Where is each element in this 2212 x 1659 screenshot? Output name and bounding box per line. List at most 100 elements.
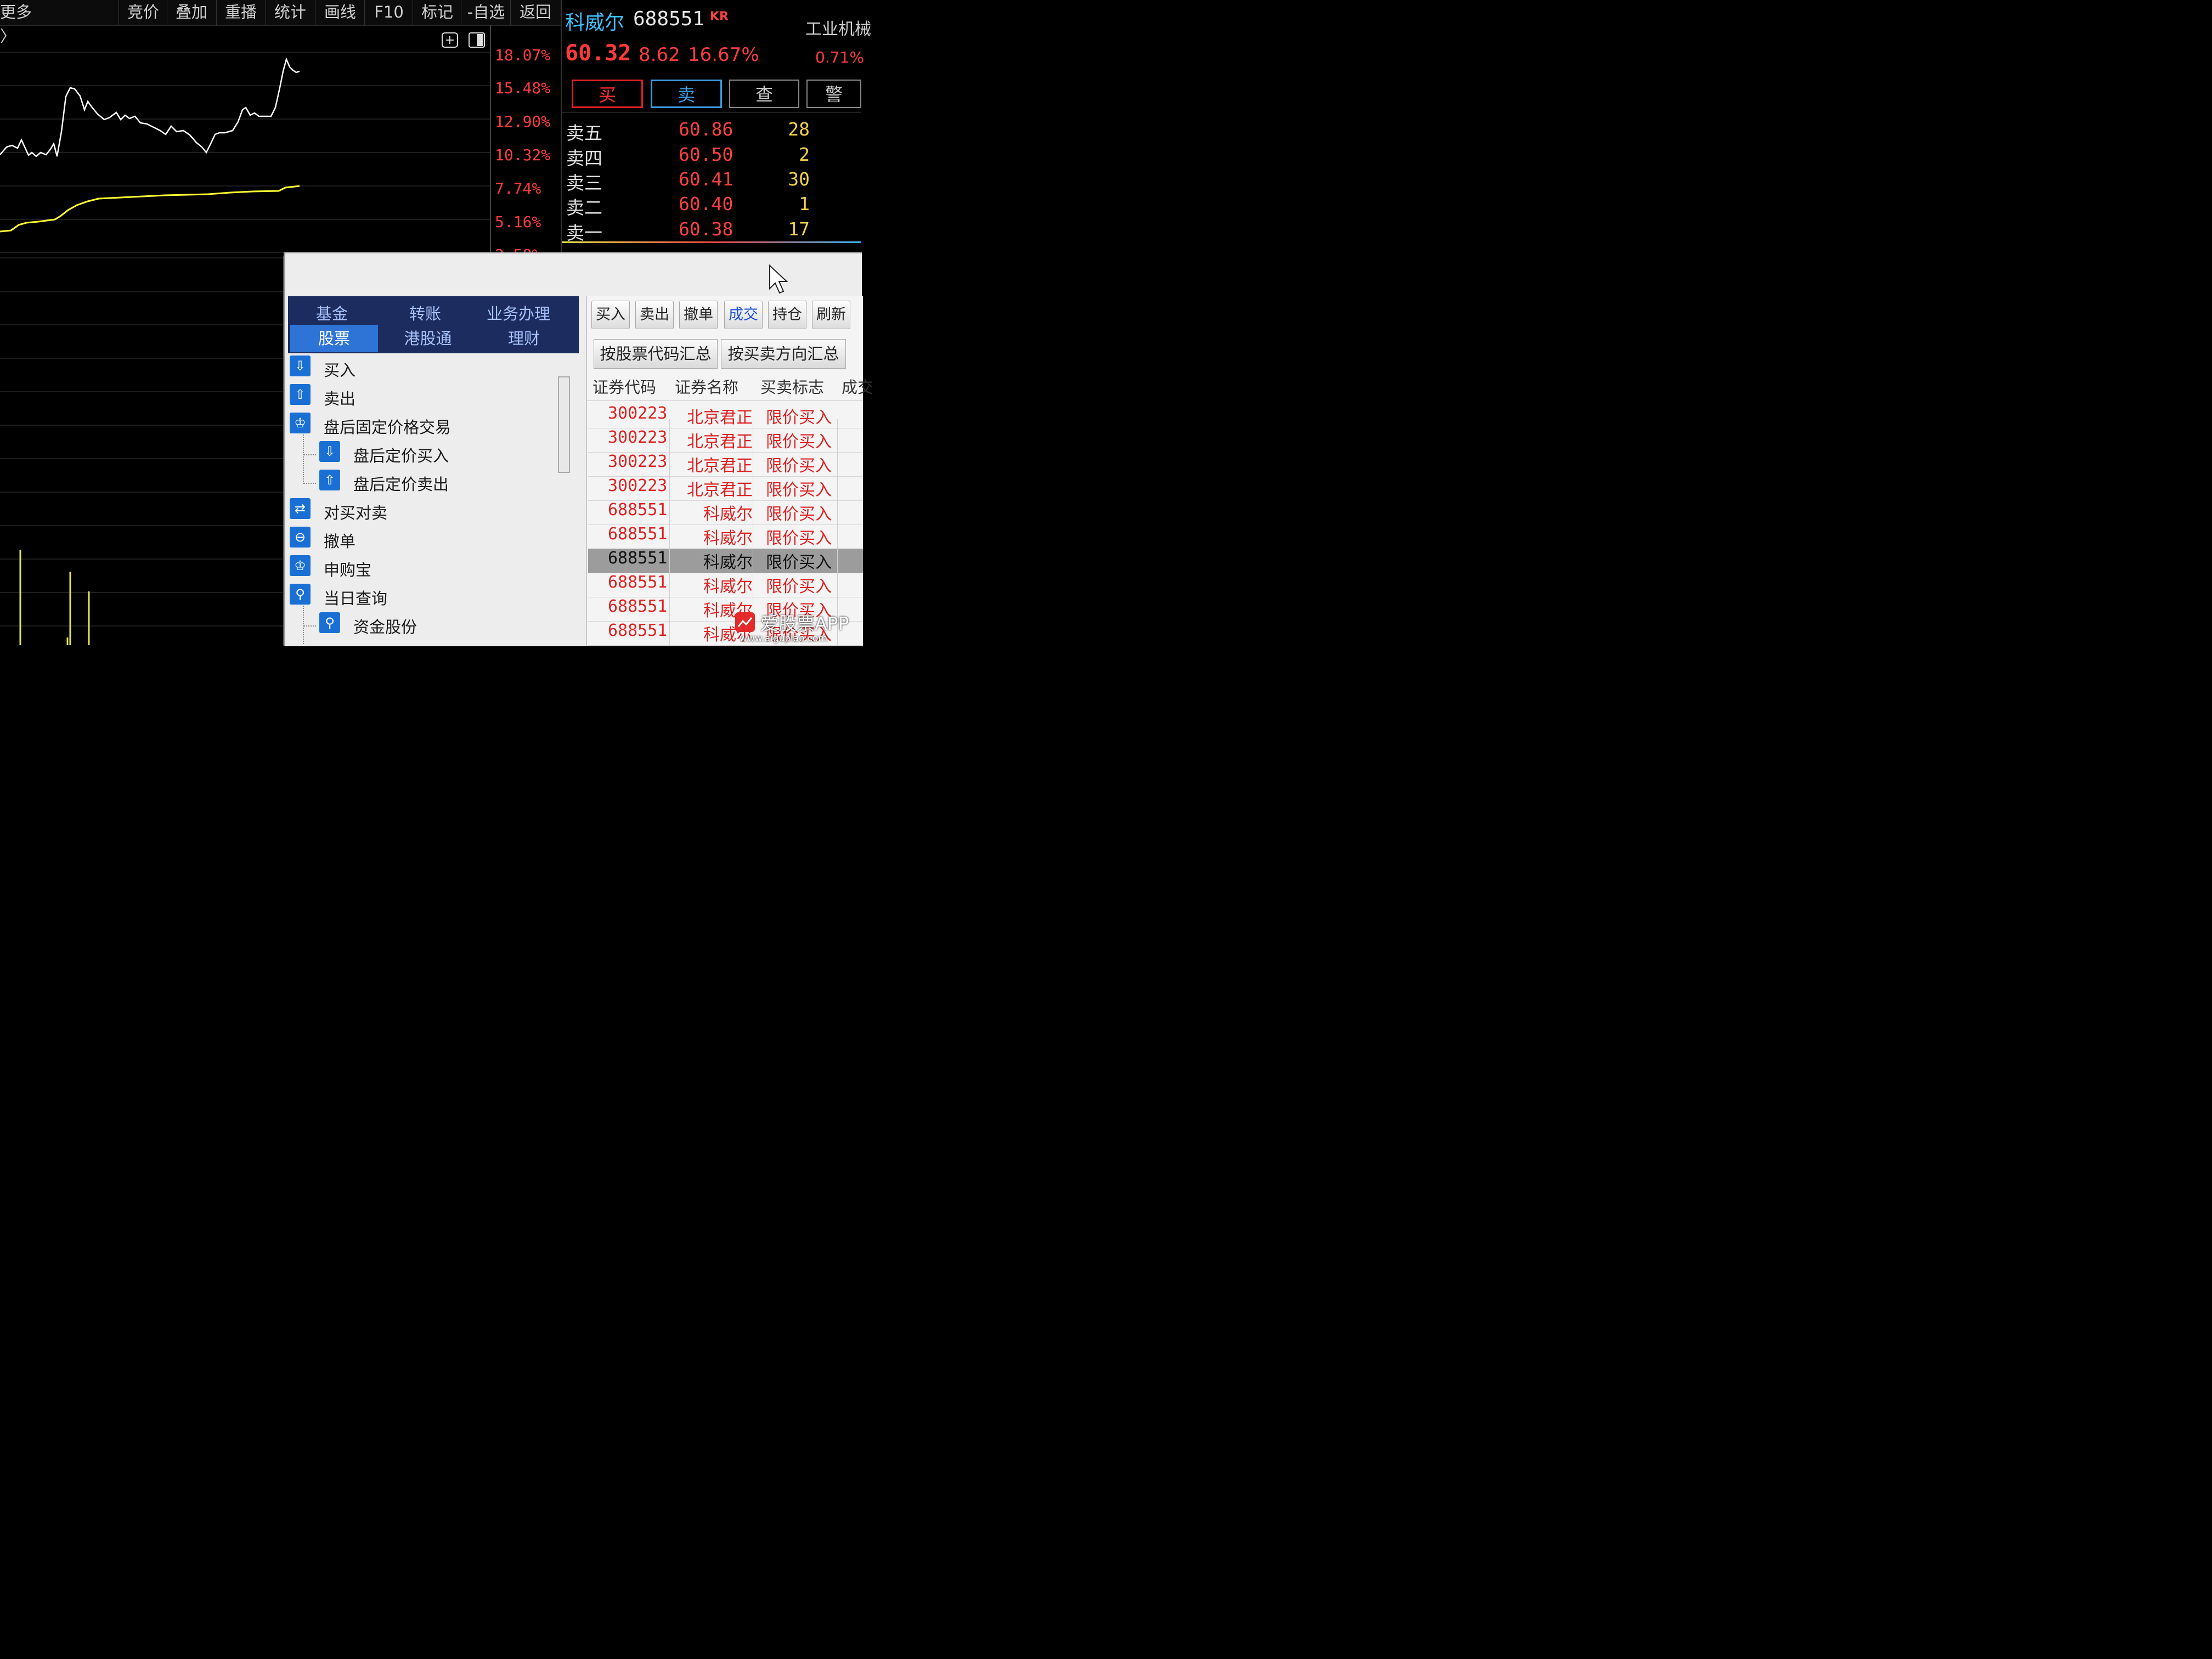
toolbar-item[interactable]: -自选	[461, 0, 511, 25]
menu-item[interactable]: ⇧ 盘后定价卖出	[319, 470, 543, 497]
menu-item-label: 对买对卖	[324, 504, 388, 522]
trade-row[interactable]: 300223 北京君正 限价买入	[588, 476, 863, 501]
toolbar-button[interactable]: 刷新	[812, 301, 850, 329]
order-price: 60.86	[679, 119, 733, 140]
toolbar-button[interactable]: 撤单	[679, 301, 718, 329]
trade-row[interactable]: 688551 科威尔 限价买入	[588, 500, 863, 525]
menu-item[interactable]: ⇧ 卖出	[290, 384, 543, 411]
nav-tab[interactable]: 港股通	[390, 325, 466, 352]
volume-canvas	[0, 256, 285, 645]
up-arrow-icon: ⇧	[290, 384, 311, 405]
nav-tab[interactable]: 转账	[390, 302, 461, 326]
order-level-label: 卖二	[566, 197, 602, 218]
menu-item[interactable]: ⇩ 盘后定价买入	[319, 441, 543, 469]
price-change: 8.62	[639, 44, 680, 66]
order-price: 60.38	[679, 218, 733, 240]
price-line	[0, 57, 300, 157]
alert-button[interactable]: 警	[806, 80, 861, 108]
toolbar-item[interactable]: F10	[364, 0, 413, 25]
volume-bars	[19, 550, 90, 645]
order-book-row: 卖四 60.50 2	[566, 144, 862, 169]
trade-direction: 限价买入	[766, 577, 832, 596]
nav-tab[interactable]: 基金	[299, 302, 365, 326]
toolbar-item[interactable]: 返回	[510, 0, 560, 25]
trade-direction: 限价买入	[766, 456, 832, 476]
menu-item-label: 当日查询	[324, 589, 388, 608]
toolbar-item[interactable]: 画线	[315, 0, 365, 25]
stock-badge: KR	[710, 10, 729, 24]
order-level-label: 卖三	[566, 172, 602, 194]
function-nav: 基金 转账 业务办理股票 港股通 理财	[288, 296, 579, 353]
order-price: 60.50	[679, 144, 733, 165]
menu-item-label: 盘后定价买入	[353, 447, 449, 465]
column-header[interactable]: 证券代码	[592, 375, 656, 398]
buy-button[interactable]: 买	[572, 80, 643, 108]
toolbar-item[interactable]: 更多 〉	[0, 0, 34, 46]
exchange-icon: ⇄	[290, 498, 311, 519]
price-change-pct: 16.67%	[688, 44, 759, 66]
toolbar-item[interactable]: 重播	[216, 0, 265, 25]
trade-direction: 限价买入	[766, 481, 832, 500]
nav-tab[interactable]: 股票	[290, 325, 378, 352]
panel-toggle-icon[interactable]	[469, 32, 485, 48]
toolbar-button[interactable]: 卖出	[635, 301, 674, 329]
industry-label: 工业机械	[805, 20, 871, 39]
nav-tab[interactable]: 理财	[486, 325, 562, 352]
order-price: 60.41	[679, 168, 733, 190]
svg-text:+: +	[445, 33, 455, 47]
volume-chart	[0, 256, 285, 645]
average-price-line	[0, 185, 300, 233]
order-level-label: 卖四	[566, 148, 602, 169]
trade-row[interactable]: 300223 北京君正 限价买入	[588, 404, 863, 428]
axis-percent-label: 7.74%	[495, 179, 541, 198]
order-volume: 30	[788, 168, 810, 190]
menu-item[interactable]: ♔ 盘后固定价格交易	[290, 413, 543, 440]
security-code: 300223	[608, 476, 668, 495]
trade-row[interactable]: 300223 北京君正 限价买入	[588, 428, 863, 453]
toolbar-item[interactable]: 统计	[266, 0, 314, 25]
axis-percent-label: 18.07%	[495, 46, 551, 64]
nav-tab[interactable]: 业务办理	[469, 302, 568, 326]
quote-panel: 科威尔 688551 KR 工业机械 60.32 8.62 16.67% 0.7…	[561, 0, 871, 256]
app-logo-icon	[735, 612, 755, 632]
trade-row[interactable]: 300223 北京君正 限价买入	[588, 452, 863, 477]
sell-button[interactable]: 卖	[651, 80, 722, 108]
menu-item[interactable]: ⇩ 买入	[290, 356, 543, 383]
trade-row[interactable]: 688551 科威尔 限价买入	[588, 573, 863, 597]
watermark: 爱股票APP www.aigupiao.com	[735, 609, 860, 645]
menu-scrollbar[interactable]	[558, 376, 570, 473]
toolbar-button[interactable]: 买入	[591, 301, 630, 329]
column-header[interactable]: 成交	[842, 375, 873, 398]
zoom-in-icon[interactable]: +	[442, 32, 458, 48]
security-code: 300223	[608, 428, 668, 447]
order-book-row: 卖一 60.38 17	[566, 218, 862, 244]
trade-direction: 限价买入	[766, 432, 832, 452]
menu-item[interactable]: ⚲ 当日查询	[290, 584, 543, 611]
toolbar-item[interactable]: 标记	[413, 0, 461, 25]
order-volume: 28	[788, 119, 810, 140]
toolbar-button[interactable]: 持仓	[768, 301, 806, 329]
column-header[interactable]: 证券名称	[675, 375, 738, 398]
order-book-row: 卖二 60.40 1	[566, 193, 862, 218]
summary-button[interactable]: 按买卖方向汇总	[721, 339, 846, 369]
trade-direction: 限价买入	[766, 553, 832, 572]
toolbar-button[interactable]: 成交	[724, 301, 763, 329]
order-book-row: 卖五 60.86 28	[566, 119, 862, 144]
toolbar-item[interactable]: 竞价	[119, 0, 167, 25]
menu-item[interactable]: ⇄ 对买对卖	[290, 498, 543, 526]
stock-name: 科威尔	[565, 12, 625, 34]
intraday-chart: + 18.07%15.48%12.90%10.32%7.74%5.16%2.58…	[0, 25, 550, 264]
menu-item[interactable]: ♔ 申购宝	[290, 555, 543, 583]
security-name: 北京君正	[687, 456, 753, 476]
toolbar-item[interactable]: 叠加	[167, 0, 216, 25]
security-name: 科威尔	[703, 505, 753, 524]
menu-item-label: 盘后定价卖出	[353, 475, 449, 494]
menu-item[interactable]: ⚲ 资金股份	[319, 612, 543, 640]
query-button[interactable]: 查	[729, 80, 799, 108]
summary-button[interactable]: 按股票代码汇总	[594, 339, 718, 369]
stock-code: 688551	[633, 8, 705, 30]
trade-row[interactable]: 688551 科威尔 限价买入	[588, 549, 863, 573]
trade-row[interactable]: 688551 科威尔 限价买入	[588, 524, 863, 549]
column-header[interactable]: 买卖标志	[760, 375, 824, 398]
menu-item[interactable]: ⊖ 撤单	[290, 527, 543, 554]
